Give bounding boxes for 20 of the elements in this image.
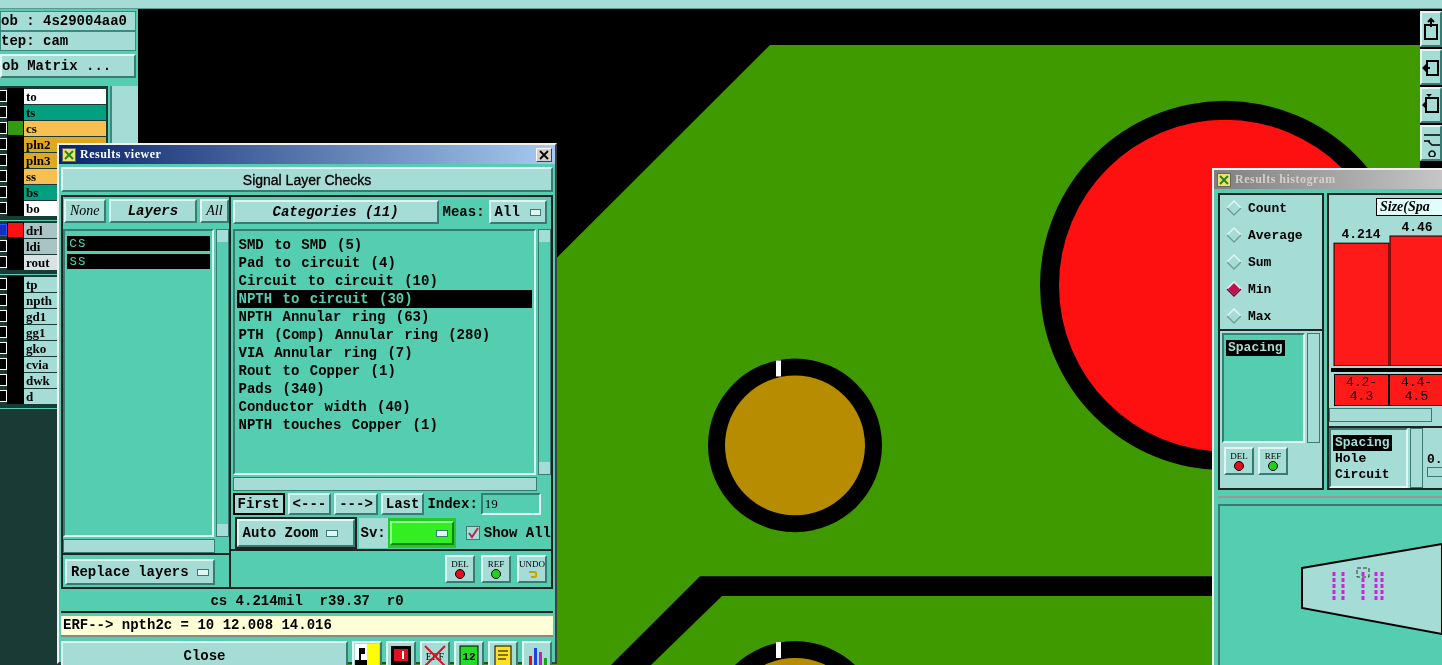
mode-label: Count xyxy=(1248,200,1287,216)
result-status: cs 4.214mil r39.37 r0 xyxy=(61,592,553,613)
mode-label: Max xyxy=(1248,308,1272,324)
bin-label: 4.4-4.5 xyxy=(1389,374,1442,406)
scale-value: 0. xyxy=(1427,452,1442,467)
window-title: Results histogram xyxy=(1235,172,1337,187)
bin-label: 4.2-4.3 xyxy=(1334,374,1389,406)
step-name: tep: cam xyxy=(0,31,136,51)
mode-label: Sum xyxy=(1248,254,1272,270)
bar-value: 4.46 xyxy=(1401,220,1433,235)
bar-value: 4.214 xyxy=(1341,227,1381,243)
show-all-label: Show All xyxy=(483,525,551,541)
window-title: Results viewer xyxy=(80,147,163,162)
sv-label: Sv: xyxy=(358,518,388,548)
chart-title: Size(Spa xyxy=(1376,198,1442,216)
job-name: ob : 4s29004aa0 xyxy=(0,11,136,31)
mode-label: Average xyxy=(1248,227,1303,243)
index-label: Index: xyxy=(427,496,478,512)
mode-label: Min xyxy=(1248,281,1272,297)
meas-label: Meas: xyxy=(442,204,485,220)
